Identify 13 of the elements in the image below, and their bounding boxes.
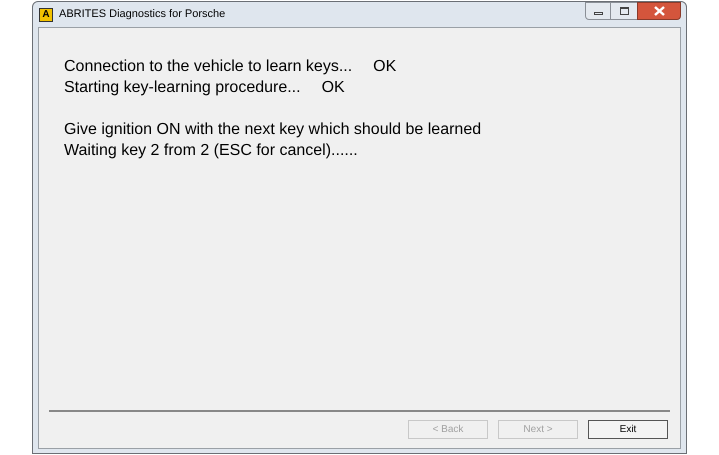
status-text: OK <box>322 78 345 98</box>
close-button[interactable] <box>637 2 681 20</box>
instruction-line: Give ignition ON with the next key which should be learned <box>64 120 482 140</box>
log-line: Starting key-learning procedure... <box>64 78 301 98</box>
minimize-button[interactable] <box>585 2 611 20</box>
wizard-button[interactable]: Exit <box>588 420 668 439</box>
status-text: OK <box>373 57 396 77</box>
maximize-button[interactable] <box>611 2 637 20</box>
window-title: ABRITES Diagnostics for Porsche <box>59 7 226 22</box>
app-icon: A <box>39 8 53 22</box>
close-icon <box>654 6 664 16</box>
log-line: Connection to the vehicle to learn keys... <box>64 57 352 77</box>
instruction-line: Waiting key 2 from 2 (ESC for cancel)...... <box>64 141 358 161</box>
